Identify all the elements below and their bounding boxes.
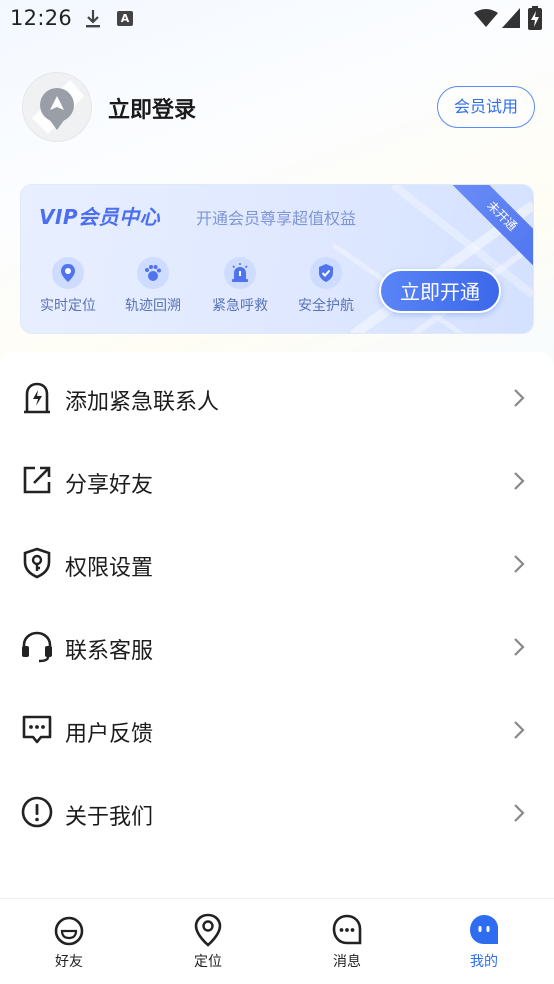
shield-check-icon (310, 257, 342, 289)
avatar[interactable] (22, 72, 92, 142)
menu-item-feedback[interactable]: 用户反馈 (0, 687, 554, 770)
chevron-right-icon (514, 472, 525, 490)
menu-label: 关于我们 (65, 805, 154, 830)
status-time: 12:26 (10, 6, 73, 30)
vip-title: VIP会员中心 (39, 205, 161, 229)
tab-label: 好友 (55, 954, 83, 970)
a-notification-icon: A (117, 11, 133, 26)
feedback-icon (22, 715, 52, 744)
menu-item-permissions[interactable]: 权限设置 (0, 521, 554, 604)
permission-shield-icon (23, 547, 51, 579)
member-trial-button[interactable]: 会员试用 (437, 86, 535, 128)
location-pin-icon (52, 257, 84, 289)
friends-icon (54, 916, 84, 946)
menu-label: 联系客服 (65, 639, 154, 664)
chevron-right-icon (514, 389, 525, 407)
status-bar: 12:26 A (0, 0, 554, 38)
message-icon (332, 914, 362, 945)
location-icon (194, 913, 222, 947)
benefit-emergency-call[interactable]: 紧急呼救 (205, 257, 275, 317)
menu-label: 分享好友 (65, 473, 154, 498)
battery-charging-icon (528, 6, 542, 30)
menu-label: 用户反馈 (65, 722, 154, 747)
benefit-realtime-location[interactable]: 实时定位 (33, 257, 103, 317)
menu-label: 权限设置 (65, 556, 154, 581)
wifi-icon (474, 9, 498, 27)
benefit-label: 紧急呼救 (212, 298, 268, 314)
bottom-tab-bar: 好友 定位 消息 我的 (0, 898, 554, 984)
benefit-label: 安全护航 (298, 298, 354, 314)
benefit-safety-escort[interactable]: 安全护航 (291, 257, 361, 317)
chevron-right-icon (514, 555, 525, 573)
profile-icon (470, 915, 498, 944)
info-icon (21, 796, 53, 828)
menu-item-emergency-contact[interactable]: 添加紧急联系人 (0, 355, 554, 438)
login-link[interactable]: 立即登录 (108, 92, 196, 124)
menu-label: 添加紧急联系人 (65, 390, 220, 415)
tab-label: 我的 (470, 954, 498, 970)
tab-label: 定位 (194, 954, 222, 970)
tab-messages[interactable]: 消息 (307, 913, 387, 975)
vip-subtitle: 开通会员尊享超值权益 (196, 209, 357, 228)
menu-item-about[interactable]: 关于我们 (0, 770, 554, 853)
profile-header: 立即登录 会员试用 (0, 70, 554, 144)
avatar-placeholder-icon (32, 80, 84, 134)
signal-icon (502, 8, 520, 28)
tab-friends[interactable]: 好友 (29, 913, 109, 975)
benefit-label: 轨迹回溯 (125, 298, 181, 314)
tab-location[interactable]: 定位 (168, 913, 248, 975)
menu-list: 添加紧急联系人 分享好友 权限设置 联系客服 用户反馈 关于我们 (0, 352, 554, 898)
chevron-right-icon (514, 804, 525, 822)
download-icon (86, 10, 100, 28)
chevron-right-icon (514, 638, 525, 656)
menu-item-customer-service[interactable]: 联系客服 (0, 604, 554, 687)
tab-mine[interactable]: 我的 (444, 913, 524, 975)
share-icon (23, 466, 51, 494)
benefit-track-history[interactable]: 轨迹回溯 (118, 257, 188, 317)
vip-card: 未开通 VIP会员中心 开通会员尊享超值权益 实时定位 轨迹回溯 紧急呼救 安全… (20, 184, 534, 334)
chevron-right-icon (514, 721, 525, 739)
tab-label: 消息 (333, 954, 361, 970)
footprint-icon (137, 257, 169, 289)
headset-icon (22, 631, 52, 663)
benefit-label: 实时定位 (40, 298, 96, 314)
menu-item-share[interactable]: 分享好友 (0, 438, 554, 521)
alarm-icon (224, 257, 256, 289)
open-vip-button[interactable]: 立即开通 (379, 269, 501, 313)
emergency-contact-icon (24, 382, 50, 414)
